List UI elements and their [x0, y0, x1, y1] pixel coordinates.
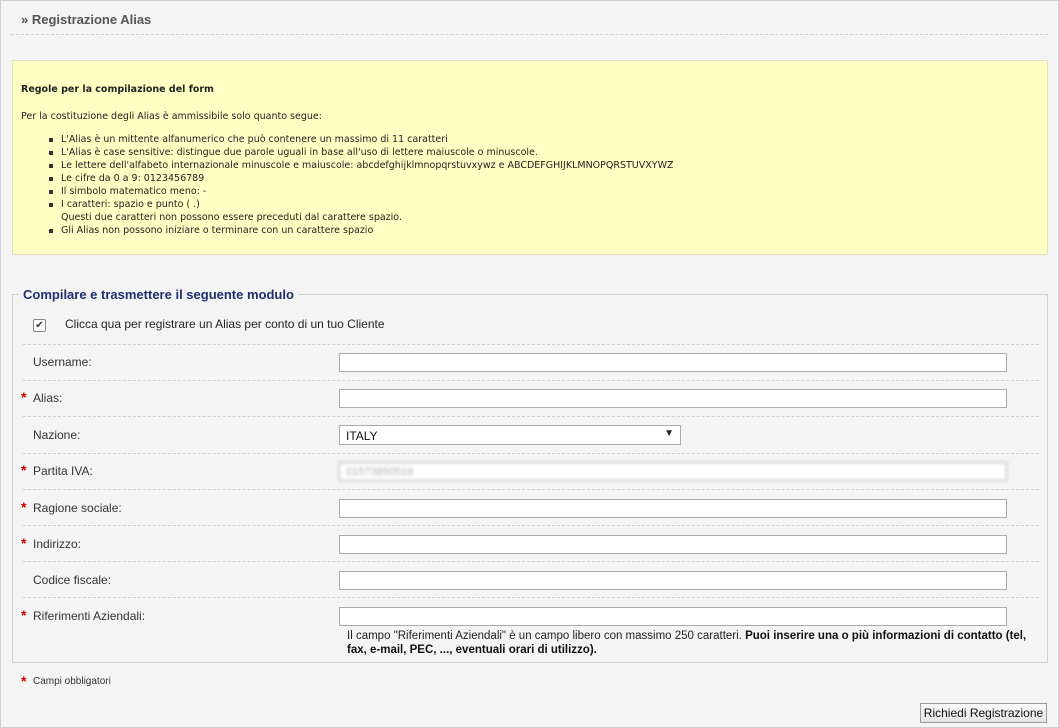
row-divider [23, 453, 1039, 454]
row-divider [23, 597, 1039, 598]
rules-panel: Regole per la compilazione del form Per … [12, 60, 1048, 255]
rule-item: Gli Alias non possono iniziare o termina… [48, 224, 673, 237]
ragione-sociale-input[interactable] [339, 499, 1007, 518]
row-divider [23, 344, 1039, 345]
indirizzo-label: Indirizzo: [33, 537, 82, 551]
row-divider [23, 561, 1039, 562]
row-divider [23, 416, 1039, 417]
required-asterisk: * [21, 673, 27, 689]
submit-registration-button[interactable]: Richiedi Registrazione [920, 703, 1047, 723]
row-divider [23, 525, 1039, 526]
nazione-select[interactable]: ITALY ▼ [339, 425, 681, 445]
rule-item: Il simbolo matematico meno: - [48, 185, 673, 198]
title-divider [11, 34, 1048, 35]
client-checkbox[interactable]: ✔ [33, 319, 46, 332]
alias-input[interactable] [339, 389, 1007, 408]
rule-item-continuation: Questi due caratteri non possono essere … [61, 212, 402, 223]
codice-fiscale-label: Codice fiscale: [33, 573, 112, 587]
row-divider [23, 380, 1039, 381]
rules-list: L'Alias è un mittente alfanumerico che p… [21, 133, 673, 237]
rules-intro: Per la costituzione degli Alias è ammiss… [21, 111, 322, 122]
username-label: Username: [33, 355, 92, 369]
help-plain-text: Il campo "Riferimenti Aziendali" è un ca… [347, 630, 742, 642]
form-legend: Compilare e trasmettere il seguente modu… [23, 287, 294, 302]
required-fields-note: Campi obbligatori [33, 676, 111, 687]
rule-item: Le lettere dell'alfabeto internazionale … [48, 160, 674, 171]
rules-title: Regole per la compilazione del form [21, 84, 214, 95]
row-divider [23, 489, 1039, 490]
required-asterisk: * [21, 389, 27, 405]
indirizzo-input[interactable] [339, 535, 1007, 554]
required-asterisk: * [21, 607, 27, 623]
page-title: » Registrazione Alias [21, 12, 152, 27]
partita-iva-input[interactable] [339, 462, 1007, 481]
client-checkbox-label[interactable]: Clicca qua per registrare un Alias per c… [65, 317, 385, 331]
required-asterisk: * [21, 462, 27, 478]
dropdown-arrow-icon: ▼ [664, 428, 674, 439]
required-asterisk: * [21, 535, 27, 551]
rule-item: I caratteri: spazio e punto ( .) [48, 198, 673, 211]
codice-fiscale-input[interactable] [339, 571, 1007, 590]
rule-item: L'Alias è un mittente alfanumerico che p… [48, 133, 673, 146]
riferimenti-input[interactable] [339, 607, 1007, 626]
rule-item: L'Alias è case sensitive: distingue due … [48, 146, 673, 159]
riferimenti-help-text: Il campo "Riferimenti Aziendali" è un ca… [347, 629, 1037, 657]
required-asterisk: * [21, 499, 27, 515]
username-input[interactable] [339, 353, 1007, 372]
nazione-selected-value: ITALY [346, 429, 378, 443]
rule-item: Le cifre da 0 a 9: 0123456789 [48, 172, 673, 185]
nazione-label: Nazione: [33, 428, 81, 442]
partita-iva-label: Partita IVA: [33, 464, 93, 478]
ragione-sociale-label: Ragione sociale: [33, 501, 122, 515]
riferimenti-label: Riferimenti Aziendali: [33, 609, 146, 623]
alias-label: Alias: [33, 391, 63, 405]
